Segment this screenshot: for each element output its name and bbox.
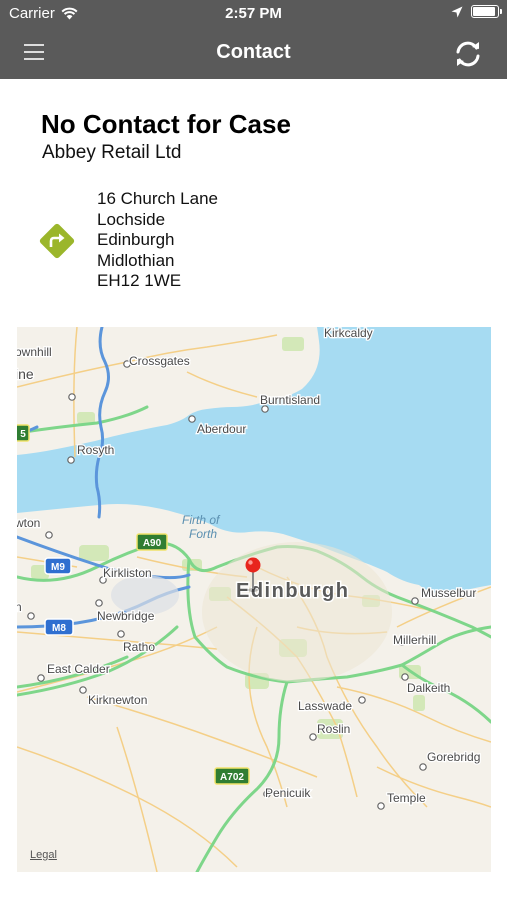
shield-a90: A90: [136, 533, 168, 551]
status-time: 2:57 PM: [225, 5, 282, 22]
label-millerhill: Millerhill: [393, 633, 436, 647]
label-temple: Temple: [387, 791, 426, 805]
label-musselburgh: Musselbur: [421, 586, 476, 600]
label-ine: ine: [17, 366, 34, 382]
shield-m9: M9: [44, 557, 72, 575]
address-line: EH12 1WE: [97, 271, 182, 290]
legal-link[interactable]: Legal: [30, 849, 57, 861]
shield-left-edge: 5: [17, 424, 30, 442]
label-gorebridge: Gorebridg: [427, 750, 480, 764]
label-burntisland: Burntisland: [260, 393, 320, 407]
address-line: Lochside: [97, 209, 166, 229]
status-bar: Carrier 2:57 PM: [0, 0, 507, 28]
map-view[interactable]: A90 M9 M8 A702 5 Kirkcaldy Crossgates Bu…: [17, 327, 491, 872]
address-block: 16 Church Lane Lochside Edinburgh Midlot…: [97, 189, 218, 292]
water-label-line: Forth: [189, 527, 217, 541]
label-ratho: Ratho: [123, 640, 155, 654]
company-name: Abbey Retail Ltd: [42, 142, 182, 163]
label-roslin: Roslin: [317, 722, 350, 736]
shield-m8: M8: [44, 618, 74, 636]
directions-icon: [39, 223, 75, 259]
label-dalkeith: Dalkeith: [407, 681, 450, 695]
refresh-button[interactable]: [453, 39, 483, 69]
label-kirkcaldy: Kirkcaldy: [324, 327, 373, 340]
label-ownhill: ownhill: [17, 345, 52, 359]
directions-button[interactable]: [38, 222, 76, 260]
case-title: No Contact for Case: [41, 109, 291, 139]
shield-a702: A702: [214, 767, 250, 785]
water-label-line: Firth of: [182, 513, 221, 527]
shield-a90-label: A90: [143, 538, 162, 549]
label-kirkliston: Kirkliston: [103, 566, 152, 580]
label-n-edge: n: [17, 600, 22, 614]
label-lasswade: Lasswade: [298, 699, 352, 713]
location-arrow-icon: [451, 6, 463, 17]
label-aberdour: Aberdour: [197, 422, 246, 436]
label-rosyth: Rosyth: [77, 443, 114, 457]
address-line: Midlothian: [97, 250, 175, 270]
shield-m9-label: M9: [51, 562, 65, 573]
navigation-bar: Contact: [0, 28, 507, 79]
label-penicuik: Penicuik: [265, 786, 311, 800]
shield-left-edge-label: 5: [20, 429, 26, 440]
label-wton: wton: [17, 516, 40, 530]
shield-m8-label: M8: [52, 623, 66, 634]
label-firth-of-forth: Firth of Forth: [182, 513, 221, 541]
edinburgh-urban-area: [202, 542, 392, 682]
label-newbridge: Newbridge: [97, 609, 155, 623]
battery-icon: [471, 5, 502, 18]
refresh-icon: [456, 41, 480, 67]
address-line: 16 Church Lane: [97, 189, 218, 208]
address-line: Edinburgh: [97, 230, 175, 249]
label-kirknewton: Kirknewton: [88, 693, 147, 707]
shield-a702-label: A702: [220, 772, 244, 783]
page-title: Contact: [216, 41, 291, 63]
label-east-calder: East Calder: [47, 662, 110, 676]
label-crossgates: Crossgates: [129, 354, 190, 368]
